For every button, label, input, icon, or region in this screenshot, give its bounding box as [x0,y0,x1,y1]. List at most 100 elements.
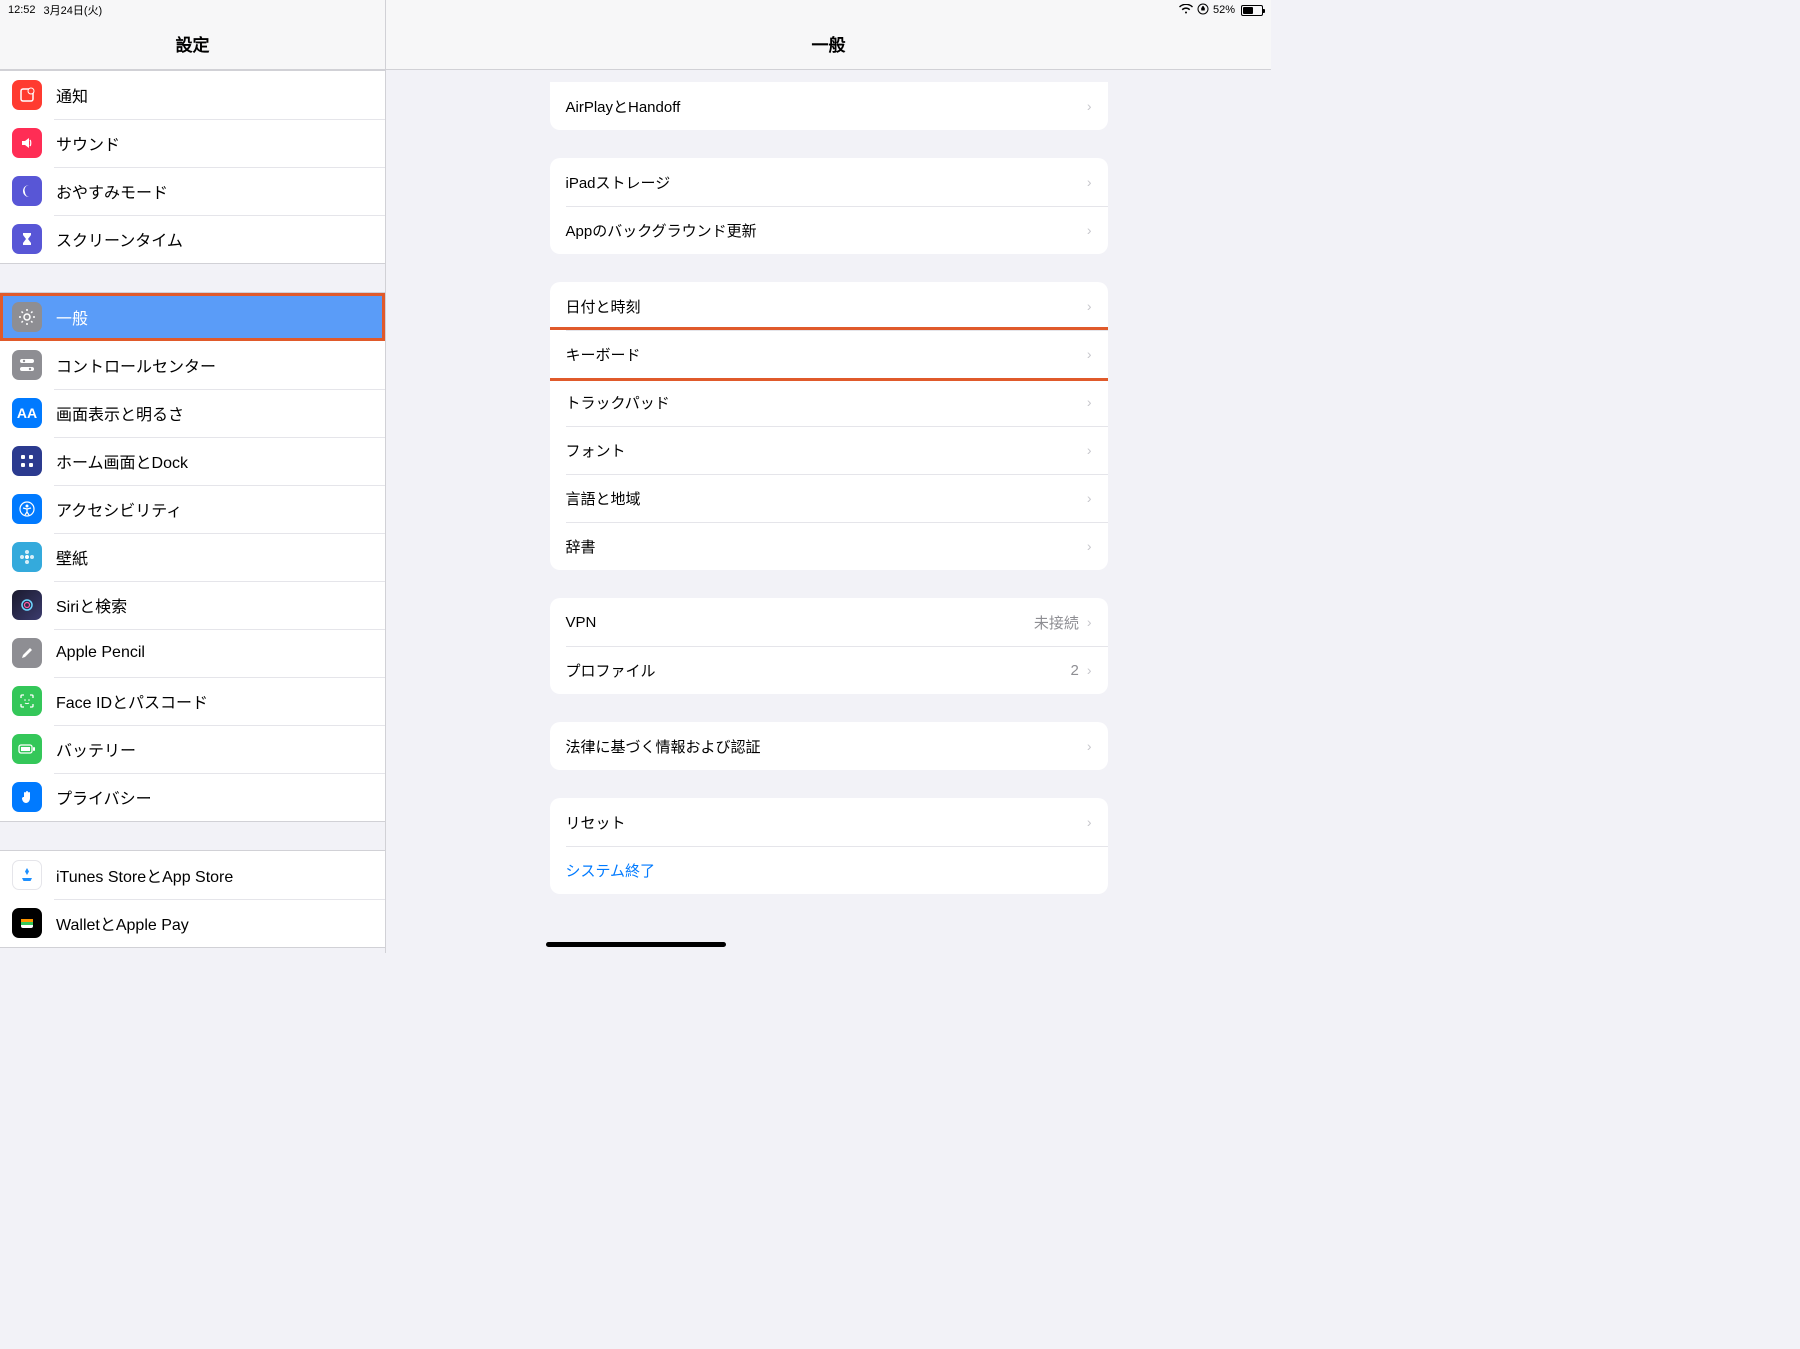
toggle-icon [12,350,42,380]
chevron-right-icon: › [1087,614,1092,630]
chevron-right-icon: › [1087,442,1092,458]
status-bar: 12:52 3月24日(火) 52% [0,0,1271,20]
sidebar-item-label: プライバシー [56,785,152,809]
sidebar-item-label: バッテリー [56,737,136,761]
battery-icon [1241,5,1263,16]
row-label: 日付と時刻 [566,296,641,317]
wifi-icon [1179,4,1193,17]
sidebar-item-sound[interactable]: サウンド [0,119,385,167]
row-label: 辞書 [566,536,596,557]
chevron-right-icon: › [1087,738,1092,754]
sidebar-group-1: 一般 コントロールセンター AA 画面表示と明るさ ホーム画面とDock アクセ… [0,292,385,822]
row-vpn[interactable]: VPN 未接続 › [550,598,1108,646]
sidebar-item-control-center[interactable]: コントロールセンター [0,341,385,389]
sidebar-group-0: 通知 サウンド おやすみモード スクリーンタイム [0,70,385,264]
row-value: 2 [1070,662,1078,679]
row-date-time[interactable]: 日付と時刻 › [550,282,1108,330]
sidebar-item-pencil[interactable]: Apple Pencil [0,629,385,677]
sidebar-item-label: 画面表示と明るさ [56,401,184,425]
row-shutdown[interactable]: システム終了 [550,846,1108,894]
detail-group-1: iPadストレージ › Appのバックグラウンド更新 › [550,158,1108,254]
sidebar-item-dnd[interactable]: おやすみモード [0,167,385,215]
sidebar-item-label: サウンド [56,131,120,155]
row-keyboard[interactable]: キーボード › [550,330,1108,378]
chevron-right-icon: › [1087,98,1092,114]
row-label: フォント [566,440,626,461]
appstore-icon [12,860,42,890]
battery-percent: 52% [1213,4,1235,16]
row-reset[interactable]: リセット › [550,798,1108,846]
sidebar-item-label: Siriと検索 [56,593,127,617]
chevron-right-icon: › [1087,298,1092,314]
detail-group-5: リセット › システム終了 [550,798,1108,894]
row-language-region[interactable]: 言語と地域 › [550,474,1108,522]
row-label: iPadストレージ [566,172,671,193]
sidebar-item-siri[interactable]: Siriと検索 [0,581,385,629]
sidebar-item-notifications[interactable]: 通知 [0,71,385,119]
sidebar-item-display[interactable]: AA 画面表示と明るさ [0,389,385,437]
row-label: システム終了 [566,860,656,881]
home-indicator[interactable] [546,942,726,947]
rotation-lock-icon [1197,3,1209,18]
chevron-right-icon: › [1087,394,1092,410]
battery-icon [12,734,42,764]
sidebar-item-battery[interactable]: バッテリー [0,725,385,773]
row-label: プロファイル [566,660,656,681]
row-ipad-storage[interactable]: iPadストレージ › [550,158,1108,206]
settings-sidebar: 設定 通知 サウンド おやすみモード スクリーンタイム 一般 [0,0,386,953]
sidebar-item-accessibility[interactable]: アクセシビリティ [0,485,385,533]
row-label: 法律に基づく情報および認証 [566,736,761,757]
chevron-right-icon: › [1087,346,1092,362]
chevron-right-icon: › [1087,222,1092,238]
sidebar-item-label: スクリーンタイム [56,227,183,251]
row-dictionary[interactable]: 辞書 › [550,522,1108,570]
chevron-right-icon: › [1087,490,1092,506]
accessibility-icon [12,494,42,524]
sidebar-group-2: iTunes StoreとApp Store WalletとApple Pay [0,850,385,948]
text-size-icon: AA [12,398,42,428]
sidebar-item-label: 壁紙 [56,545,88,569]
sidebar-item-label: ホーム画面とDock [56,449,188,473]
row-background-refresh[interactable]: Appのバックグラウンド更新 › [550,206,1108,254]
notifications-icon [12,80,42,110]
gear-icon [12,302,42,332]
detail-group-3: VPN 未接続 › プロファイル 2 › [550,598,1108,694]
sidebar-item-home-dock[interactable]: ホーム画面とDock [0,437,385,485]
hourglass-icon [12,224,42,254]
chevron-right-icon: › [1087,538,1092,554]
sidebar-item-general[interactable]: 一般 [0,293,385,341]
row-label: Appのバックグラウンド更新 [566,220,757,241]
row-airplay-handoff[interactable]: AirPlayとHandoff › [550,82,1108,130]
detail-panel: 一般 AirPlayとHandoff › iPadストレージ › Appのバック… [386,0,1271,953]
sidebar-item-itunes[interactable]: iTunes StoreとApp Store [0,851,385,899]
row-label: VPN [566,614,597,631]
hand-icon [12,782,42,812]
row-label: AirPlayとHandoff [566,96,681,117]
status-time: 12:52 [8,4,36,16]
row-fonts[interactable]: フォント › [550,426,1108,474]
sidebar-item-wallet[interactable]: WalletとApple Pay [0,899,385,947]
row-legal[interactable]: 法律に基づく情報および認証 › [550,722,1108,770]
sidebar-item-label: Apple Pencil [56,644,145,662]
row-value: 未接続 [1034,612,1079,633]
sidebar-item-label: おやすみモード [56,179,168,203]
chevron-right-icon: › [1087,662,1092,678]
chevron-right-icon: › [1087,814,1092,830]
sound-icon [12,128,42,158]
sidebar-item-label: 通知 [56,83,88,107]
sidebar-item-faceid[interactable]: Face IDとパスコード [0,677,385,725]
pencil-icon [12,638,42,668]
row-profile[interactable]: プロファイル 2 › [550,646,1108,694]
sidebar-item-privacy[interactable]: プライバシー [0,773,385,821]
sidebar-item-wallpaper[interactable]: 壁紙 [0,533,385,581]
row-trackpad[interactable]: トラックパッド › [550,378,1108,426]
detail-group-0: AirPlayとHandoff › [550,82,1108,130]
sidebar-item-screentime[interactable]: スクリーンタイム [0,215,385,263]
row-label: キーボード [566,344,641,365]
row-label: 言語と地域 [566,488,641,509]
flower-icon [12,542,42,572]
grid-icon [12,446,42,476]
row-label: トラックパッド [566,392,670,413]
moon-icon [12,176,42,206]
chevron-right-icon: › [1087,174,1092,190]
